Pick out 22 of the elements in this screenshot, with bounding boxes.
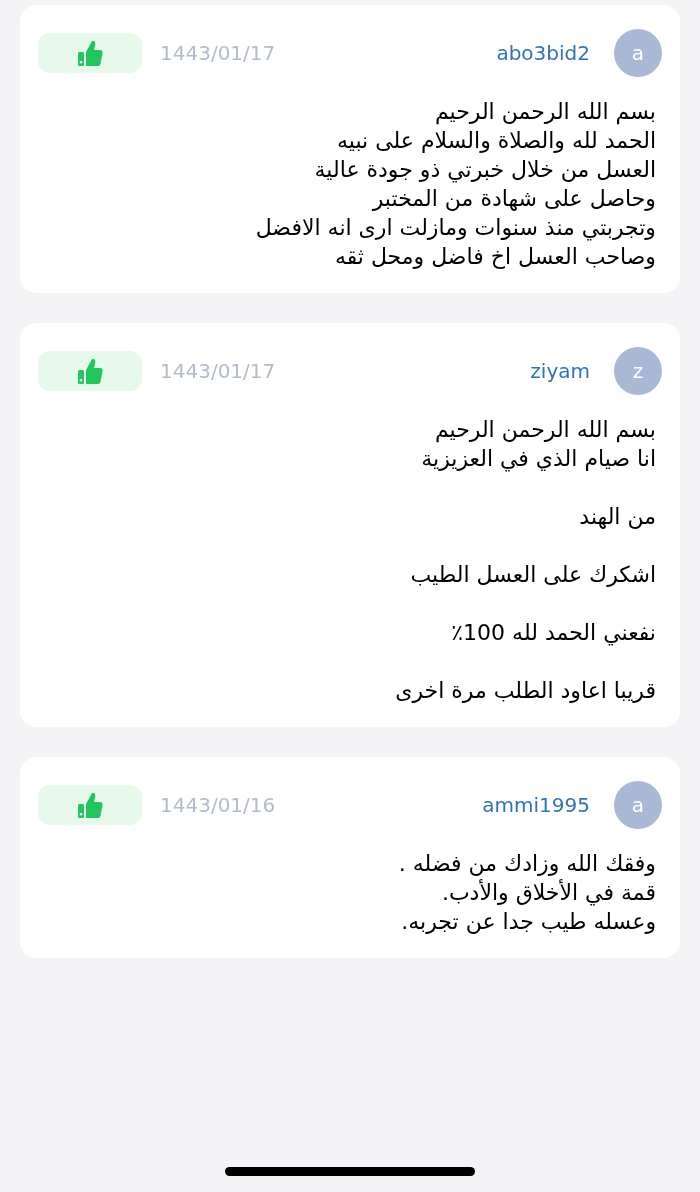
comment-date: 1443/01/16 xyxy=(160,792,276,819)
username-link[interactable]: ziyam xyxy=(530,356,590,386)
thumbs-up-icon xyxy=(77,791,103,819)
username-link[interactable]: ammi1995 xyxy=(482,790,590,820)
comment-text: اشكرك على العسل الطيب xyxy=(409,561,656,589)
comment-date: 1443/01/17 xyxy=(160,358,276,385)
user-avatar: a xyxy=(614,29,662,77)
comment-text: قريبا اعاود الطلب مرة اخرى xyxy=(394,677,656,705)
like-button[interactable] xyxy=(38,33,142,73)
username-link[interactable]: abo3bid2 xyxy=(496,38,590,68)
comment-text: بسم الله الرحمن الرحيم الحمد لله والصلاة والسلام على نبيه العسل من خلال خبرتي ذو جودة عالية وحاصل على شهادة من المختبر وتجربتي منذ سنوات ومازلت ارى انه الافضل وصاحب العسل اخ فاضل ومحل ثقه xyxy=(254,98,656,271)
comment-text: وفقك الله وزادك من فضله . قمة في الأخلاق والأدب. وعسله طيب جدا عن تجربه. xyxy=(397,850,656,936)
like-button[interactable] xyxy=(38,351,142,391)
comment-text: نفعني الحمد لله 100٪ xyxy=(450,619,656,647)
comment-date: 1443/01/17 xyxy=(160,40,276,67)
comment-text: بسم الله الرحمن الرحيم انا صيام الذي في العزيزية xyxy=(420,416,656,473)
user-avatar: a xyxy=(614,781,662,829)
thumbs-up-icon xyxy=(77,39,103,67)
user-avatar: z xyxy=(614,347,662,395)
like-button[interactable] xyxy=(38,785,142,825)
comment-text: من الهند xyxy=(578,503,656,531)
thumbs-up-icon xyxy=(77,357,103,385)
